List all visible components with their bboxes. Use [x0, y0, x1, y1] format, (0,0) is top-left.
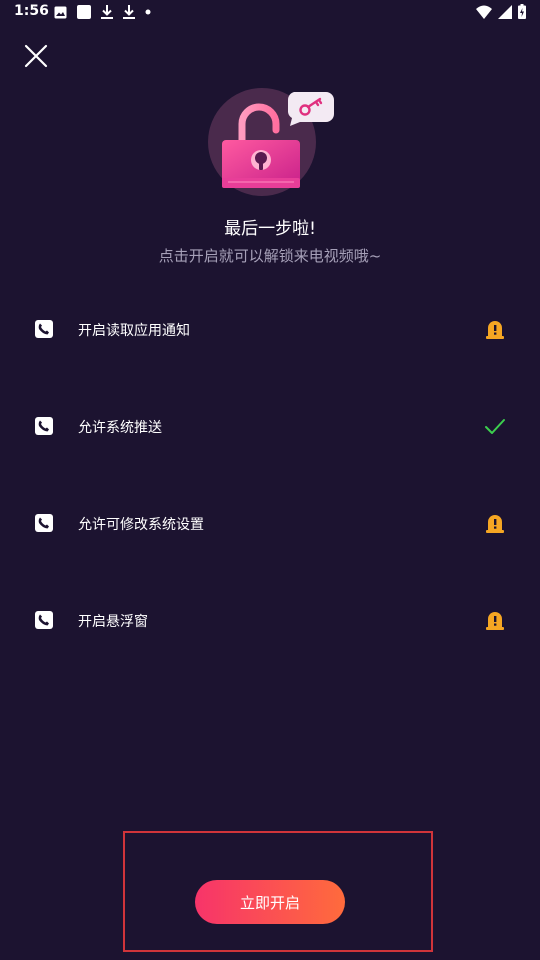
permission-label: 允许系统推送 [78, 420, 162, 436]
permission-row-floating-window[interactable]: 开启悬浮窗 [0, 599, 540, 643]
phone-app-icon [35, 611, 53, 629]
status-time: 1:56 [14, 3, 49, 19]
permission-screen: 1:56 最后一步啦! 点击开启就可以解锁来电视频哦~ 开启读取应用通知 允许系… [0, 0, 540, 960]
permission-row-system-settings[interactable]: 允许可修改系统设置 [0, 502, 540, 546]
signal-icon [498, 4, 512, 19]
permission-row-notification[interactable]: 开启读取应用通知 [0, 308, 540, 352]
dot-icon [145, 9, 151, 15]
notification-icons [54, 5, 151, 19]
close-icon [24, 44, 48, 68]
image-icon [54, 6, 67, 18]
phone-app-icon [35, 320, 53, 338]
alert-icon [486, 515, 504, 533]
alert-icon [486, 612, 504, 630]
enable-now-button[interactable]: 立即开启 [195, 880, 345, 924]
unlocked-padlock-icon [208, 88, 334, 196]
wifi-icon [476, 5, 492, 19]
permission-label: 开启悬浮窗 [78, 614, 148, 630]
battery-icon [518, 4, 526, 19]
phone-app-icon [35, 417, 53, 435]
system-icons [476, 4, 526, 19]
phone-app-icon [35, 514, 53, 532]
status-bar: 1:56 [0, 0, 540, 24]
square-icon [77, 5, 91, 19]
permission-label: 允许可修改系统设置 [78, 517, 204, 533]
alert-icon [486, 321, 504, 339]
page-subtitle: 点击开启就可以解锁来电视频哦~ [158, 247, 382, 265]
unlock-illustration [206, 86, 336, 198]
check-icon [485, 419, 505, 434]
download-icon [123, 5, 135, 19]
download-icon [101, 5, 113, 19]
permission-label: 开启读取应用通知 [78, 323, 190, 339]
permission-row-push[interactable]: 允许系统推送 [0, 405, 540, 449]
close-button[interactable] [20, 40, 52, 72]
page-title: 最后一步啦! [224, 219, 316, 239]
